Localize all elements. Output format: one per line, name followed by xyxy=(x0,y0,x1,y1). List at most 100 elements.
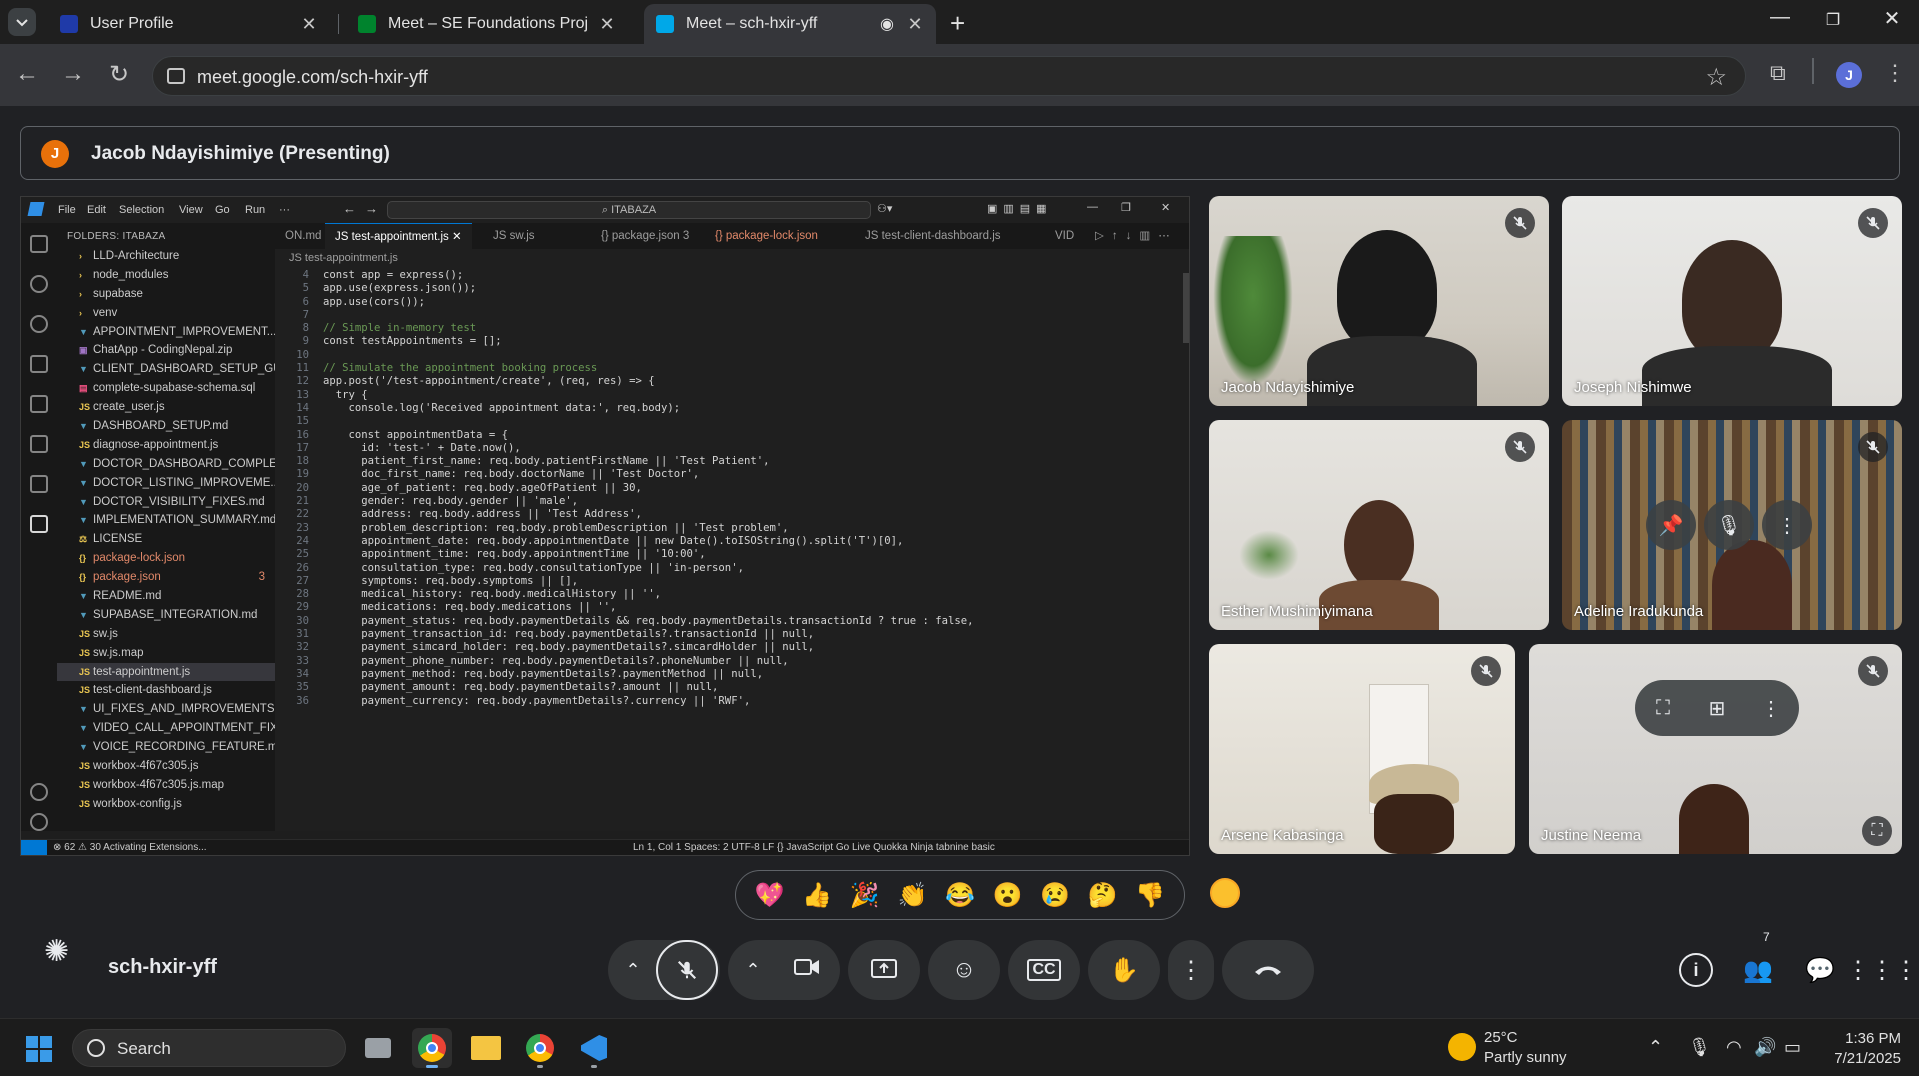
pin-icon[interactable]: 📌 xyxy=(1646,500,1696,550)
menu-go: Go xyxy=(215,204,230,216)
file-tree-item: ▼ DOCTOR_VISIBILITY_FIXES.md xyxy=(57,493,275,512)
captions-button[interactable]: CC xyxy=(1008,940,1080,1000)
raise-hand-button[interactable]: ✋ xyxy=(1088,940,1160,1000)
chat-button[interactable]: 💬 xyxy=(1790,940,1850,1000)
microphone-control[interactable]: ⌃ xyxy=(608,940,720,1000)
participant-tile[interactable]: Joseph Nishimwe xyxy=(1562,196,1902,406)
participant-tile[interactable]: 📌 🎙 ⋮ Adeline Iradukunda xyxy=(1562,420,1902,630)
minimize-window-icon[interactable]: — xyxy=(1760,6,1800,29)
close-window-icon[interactable]: ✕ xyxy=(1872,6,1912,31)
participant-tile[interactable]: Jacob Ndayishimiye xyxy=(1209,196,1549,406)
task-view-icon[interactable] xyxy=(358,1028,398,1068)
reaction-laughing[interactable]: 😂 xyxy=(945,881,975,910)
more-options-icon[interactable]: ⋮ xyxy=(1762,500,1812,550)
site-info-icon[interactable] xyxy=(167,68,185,84)
address-bar[interactable]: meet.google.com/sch-hxir-yff ☆ xyxy=(152,56,1746,96)
profile-avatar[interactable]: J xyxy=(1836,62,1862,88)
reaction-sparkling-heart[interactable]: 💖 xyxy=(755,881,785,910)
line-number: 16 xyxy=(296,428,309,441)
more-options-button[interactable]: ⋮ xyxy=(1168,940,1214,1000)
skin-tone-selector[interactable] xyxy=(1210,878,1240,908)
more-options-icon[interactable]: ⋮ xyxy=(1746,683,1796,733)
vscode-taskbar-icon[interactable] xyxy=(574,1028,614,1068)
forward-arrow-icon[interactable]: → xyxy=(58,60,88,88)
activities-button[interactable]: ⋮⋮⋮ xyxy=(1846,940,1918,1000)
mute-participant-icon[interactable]: 🎙 xyxy=(1704,500,1754,550)
add-to-screen-icon[interactable]: ⊞ xyxy=(1692,683,1742,733)
people-button[interactable]: 👥 xyxy=(1728,940,1788,1000)
mic-off-icon[interactable] xyxy=(656,940,718,1000)
reaction-crying[interactable]: 😢 xyxy=(1040,881,1070,910)
present-screen-button[interactable] xyxy=(848,940,920,1000)
code-line: 30 payment_status: req.body.paymentDetai… xyxy=(275,615,1189,628)
camera-control[interactable]: ⌃ xyxy=(728,940,840,1000)
windows-start-icon[interactable] xyxy=(26,1036,52,1062)
chevron-down-icon xyxy=(16,19,28,27)
tab-user-profile[interactable]: User Profile ✕ xyxy=(48,4,330,44)
participant-tile[interactable]: Arsene Kabasinga xyxy=(1209,644,1515,854)
system-clock[interactable]: 1:36 PM 7/21/2025 xyxy=(1834,1029,1901,1069)
muted-mic-icon xyxy=(1471,656,1501,686)
file-tree-item: ▼ README.md xyxy=(57,587,275,606)
file-tree-item: ▼ DASHBOARD_SETUP.md xyxy=(57,417,275,436)
tab-meet-active[interactable]: Meet – sch-hxir-yff ◉ ✕ xyxy=(644,4,936,44)
plant-image xyxy=(1239,530,1299,580)
code-line: 23 problem_description: req.body.problem… xyxy=(275,522,1189,535)
reaction-thumbs-down[interactable]: 👎 xyxy=(1135,881,1165,910)
participant-tile[interactable]: ⛶ ⊞ ⋮ ⛶ Justine Neema xyxy=(1529,644,1902,854)
show-hidden-icons-chevron-icon[interactable]: ⌃ xyxy=(1648,1037,1663,1058)
code-line: 20 age_of_patient: req.body.ageOfPatient… xyxy=(275,482,1189,495)
reaction-party-popper[interactable]: 🎉 xyxy=(850,881,880,910)
crop-icon[interactable]: ⛶ xyxy=(1862,816,1892,846)
more-menu-icon[interactable]: ⋮ xyxy=(1884,60,1906,86)
taskbar-search[interactable]: Search xyxy=(72,1029,346,1067)
file-type-icon: ▼ xyxy=(79,742,88,753)
send-reaction-button[interactable]: ☺ xyxy=(928,940,1000,1000)
reaction-thinking[interactable]: 🤔 xyxy=(1088,881,1118,910)
shared-screen[interactable]: File Edit Selection View Go Run ··· ← → … xyxy=(20,196,1190,856)
file-name: package-lock.json xyxy=(93,552,186,565)
close-tab-icon[interactable]: ✕ xyxy=(300,14,318,35)
tab-search-button[interactable] xyxy=(8,8,36,36)
info-icon: i xyxy=(1679,953,1713,987)
reload-icon[interactable]: ↻ xyxy=(104,60,134,89)
file-explorer-icon[interactable] xyxy=(466,1028,506,1068)
file-name: README.md xyxy=(93,590,162,603)
tab-meet-se-foundations[interactable]: Meet – SE Foundations Proj ✕ xyxy=(346,4,628,44)
meeting-details-button[interactable]: i xyxy=(1666,940,1726,1000)
camera-icon[interactable] xyxy=(776,956,838,984)
audio-options-chevron-icon[interactable]: ⌃ xyxy=(610,960,656,981)
battery-icon[interactable]: ▭ xyxy=(1784,1037,1801,1058)
participant-name: Joseph Nishimwe xyxy=(1574,379,1692,396)
volume-icon[interactable]: 🔊 xyxy=(1754,1037,1776,1058)
docker-icon xyxy=(30,515,48,533)
vscode-minimize-icon: — xyxy=(1087,201,1098,213)
chrome-taskbar-icon[interactable] xyxy=(412,1028,452,1068)
reaction-surprised[interactable]: 😮 xyxy=(993,881,1023,910)
line-number: 18 xyxy=(296,455,309,468)
video-options-chevron-icon[interactable]: ⌃ xyxy=(730,960,776,981)
close-tab-icon[interactable]: ✕ xyxy=(598,14,616,35)
leave-call-button[interactable] xyxy=(1222,940,1314,1000)
browser-toolbar: ← → ↻ meet.google.com/sch-hxir-yff ☆ ⧉ J… xyxy=(0,44,1919,106)
reaction-thumbs-up[interactable]: 👍 xyxy=(802,881,832,910)
reaction-clapping[interactable]: 👏 xyxy=(897,881,927,910)
extensions-puzzle-icon[interactable]: ⧉ xyxy=(1770,60,1786,86)
file-type-icon: ▼ xyxy=(79,496,88,507)
participant-tile[interactable]: Esther Mushimiyimana xyxy=(1209,420,1549,630)
chrome-alt-taskbar-icon[interactable] xyxy=(520,1028,560,1068)
vscode-activity-bar xyxy=(21,223,57,831)
file-name: LLD-Architecture xyxy=(93,250,180,262)
wifi-icon[interactable]: ◠ xyxy=(1726,1037,1742,1058)
apps-grid-icon: ⋮⋮⋮ xyxy=(1846,956,1918,984)
line-number: 36 xyxy=(296,694,309,707)
close-tab-icon[interactable]: ✕ xyxy=(906,14,924,35)
file-type-icon: ▼ xyxy=(79,477,88,488)
new-tab-button[interactable]: + xyxy=(950,8,965,39)
frame-person-icon[interactable]: ⛶ xyxy=(1638,683,1688,733)
microphone-tray-icon[interactable]: 🎙 xyxy=(1688,1037,1711,1058)
back-arrow-icon[interactable]: ← xyxy=(12,60,42,88)
restore-window-icon[interactable]: ❐ xyxy=(1813,10,1853,30)
remote-explorer-icon xyxy=(30,395,48,413)
bookmark-star-icon[interactable]: ☆ xyxy=(1705,63,1727,92)
